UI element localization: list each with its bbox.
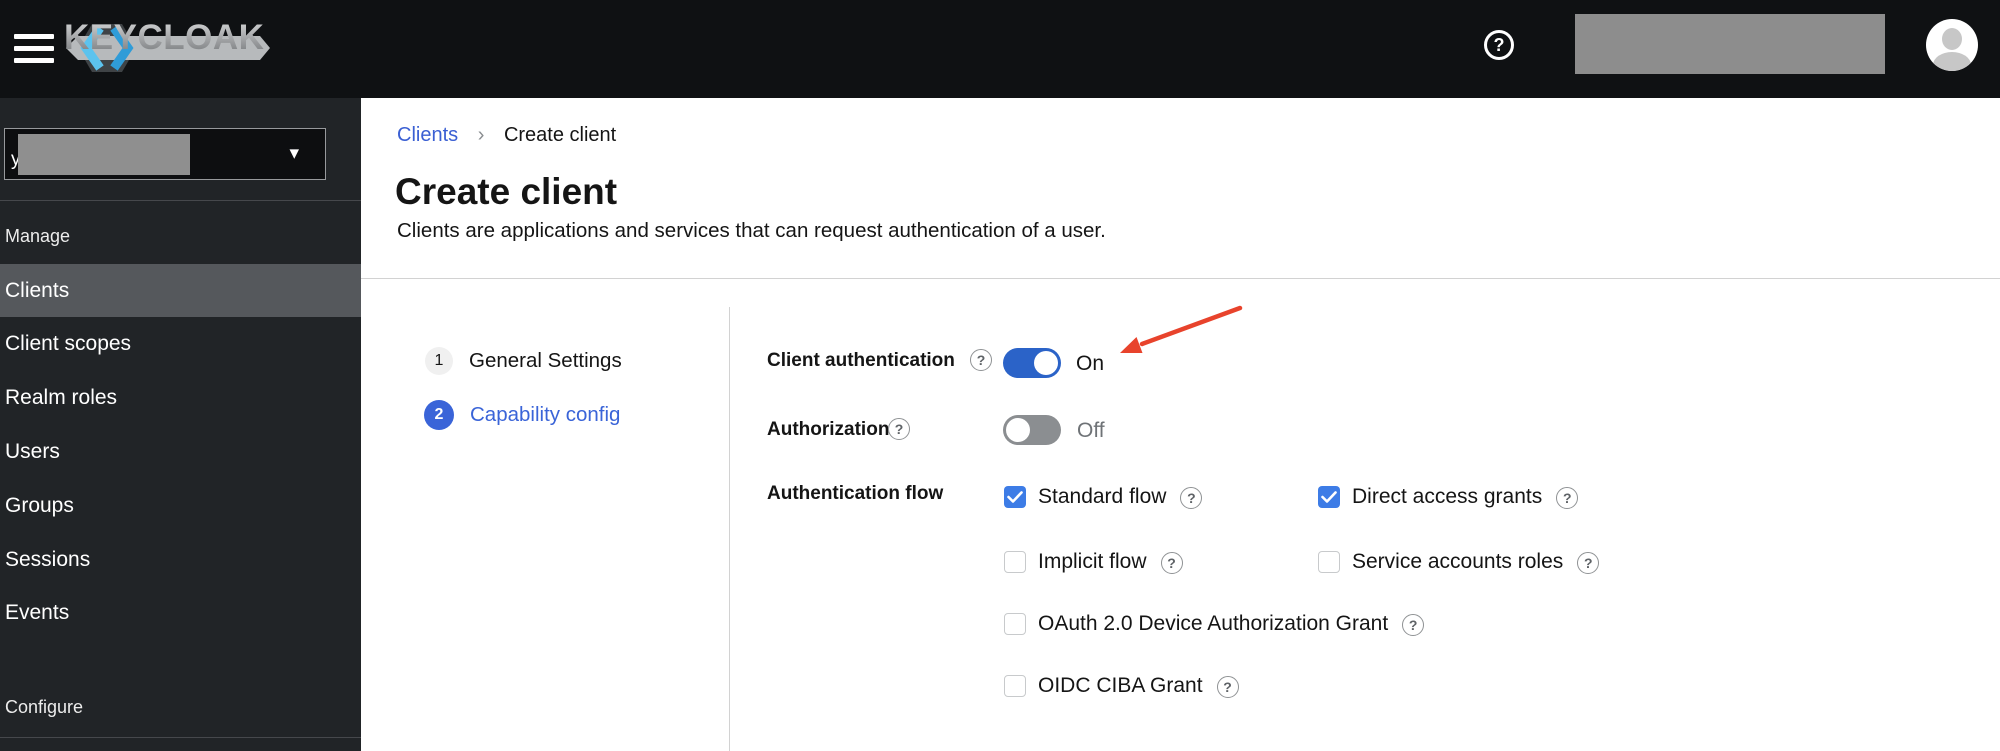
sidebar-item-client-scopes[interactable]: Client scopes	[0, 317, 361, 370]
keycloak-logo-text: KEYCLOAK	[64, 18, 265, 57]
sidebar-divider	[0, 200, 361, 201]
breadcrumb-clients-link[interactable]: Clients	[397, 124, 458, 146]
client-authentication-state: On	[1076, 352, 1105, 375]
authorization-label: Authorization	[767, 419, 890, 440]
checkbox-row-standard-flow: Standard flow ?	[1004, 484, 1203, 509]
redacted-user-label	[1575, 14, 1885, 74]
avatar[interactable]	[1926, 19, 1978, 71]
sidebar-section-configure: Configure	[5, 697, 84, 717]
service-accounts-roles-checkbox[interactable]	[1318, 550, 1340, 573]
direct-access-grants-checkbox[interactable]	[1318, 485, 1340, 508]
sidebar-item-sessions[interactable]: Sessions	[0, 533, 361, 586]
checkbox-row-oidc-ciba-grant: OIDC CIBA Grant ?	[1004, 673, 1239, 698]
checkbox-row-implicit-flow: Implicit flow ?	[1004, 549, 1183, 574]
oauth-device-grant-label[interactable]: OAuth 2.0 Device Authorization Grant	[1038, 612, 1388, 636]
standard-flow-checkbox[interactable]	[1004, 485, 1026, 508]
wizard-step-general-settings[interactable]: 1 General Settings	[425, 347, 622, 375]
authorization-help-icon[interactable]: ?	[888, 418, 910, 440]
oidc-ciba-grant-label[interactable]: OIDC CIBA Grant	[1038, 674, 1203, 698]
standard-flow-label[interactable]: Standard flow	[1038, 485, 1166, 509]
client-authentication-label: Client authentication	[767, 350, 955, 371]
client-authentication-help-icon[interactable]: ?	[970, 349, 992, 371]
toggle-knob	[1006, 418, 1030, 442]
breadcrumb-current: Create client	[503, 124, 617, 146]
oidc-ciba-grant-help-icon[interactable]: ?	[1216, 676, 1239, 698]
breadcrumb: Clients › Create client	[397, 124, 616, 147]
sidebar-section-manage: Manage	[5, 226, 71, 246]
implicit-flow-help-icon[interactable]: ?	[1160, 552, 1183, 574]
implicit-flow-label[interactable]: Implicit flow	[1038, 550, 1147, 574]
breadcrumb-separator-icon: ›	[477, 124, 485, 146]
header-help-icon[interactable]: ?	[1484, 30, 1514, 60]
step-label: General Settings	[469, 349, 622, 372]
sidebar-item-clients[interactable]: Clients	[0, 264, 361, 317]
implicit-flow-checkbox[interactable]	[1004, 550, 1026, 573]
sidebar-item-groups[interactable]: Groups	[0, 479, 361, 532]
sidebar-item-realm-roles[interactable]: Realm roles	[0, 371, 361, 424]
service-accounts-roles-help-icon[interactable]: ?	[1577, 552, 1600, 574]
authorization-toggle[interactable]	[1003, 415, 1061, 445]
hamburger-menu-icon[interactable]	[14, 34, 54, 64]
sidebar: y ▾ Manage Clients Client scopes Realm r…	[0, 98, 361, 751]
sidebar-item-users[interactable]: Users	[0, 425, 361, 478]
sidebar-divider	[0, 737, 361, 738]
sidebar-item-events[interactable]: Events	[0, 586, 361, 639]
wizard-step-capability-config[interactable]: 2 Capability config	[424, 400, 620, 430]
masthead: KEYCLOAK ?	[0, 0, 2000, 98]
direct-access-grants-help-icon[interactable]: ?	[1556, 487, 1579, 509]
oauth-device-grant-help-icon[interactable]: ?	[1402, 614, 1425, 636]
direct-access-grants-label[interactable]: Direct access grants	[1352, 485, 1542, 509]
page-subtitle: Clients are applications and services th…	[397, 219, 1106, 242]
check-icon	[1321, 490, 1337, 503]
checkbox-row-oauth-device-grant: OAuth 2.0 Device Authorization Grant ?	[1004, 611, 1425, 636]
checkbox-row-direct-access-grants: Direct access grants ?	[1318, 484, 1579, 509]
red-arrow-annotation	[1120, 305, 1243, 353]
check-icon	[1007, 490, 1023, 503]
oauth-device-grant-checkbox[interactable]	[1004, 612, 1026, 635]
content-divider	[361, 278, 2000, 279]
standard-flow-help-icon[interactable]: ?	[1180, 487, 1203, 509]
oidc-ciba-grant-checkbox[interactable]	[1004, 674, 1026, 697]
wizard-divider	[729, 307, 730, 751]
authorization-state: Off	[1077, 419, 1105, 442]
step-number-badge: 1	[425, 347, 453, 375]
toggle-knob	[1034, 351, 1058, 375]
caret-down-icon: ▾	[289, 143, 299, 164]
client-authentication-toggle[interactable]	[1003, 348, 1061, 378]
authentication-flow-label: Authentication flow	[767, 483, 944, 504]
checkbox-row-service-accounts-roles: Service accounts roles ?	[1318, 549, 1600, 574]
realm-selector-dropdown[interactable]: y ▾	[4, 128, 326, 180]
page-title: Create client	[395, 171, 618, 212]
step-label: Capability config	[470, 403, 621, 426]
redacted-realm-name	[18, 134, 190, 175]
service-accounts-roles-label[interactable]: Service accounts roles	[1352, 550, 1563, 574]
step-number-badge: 2	[424, 400, 454, 430]
avatar-person-icon	[1942, 28, 1962, 50]
